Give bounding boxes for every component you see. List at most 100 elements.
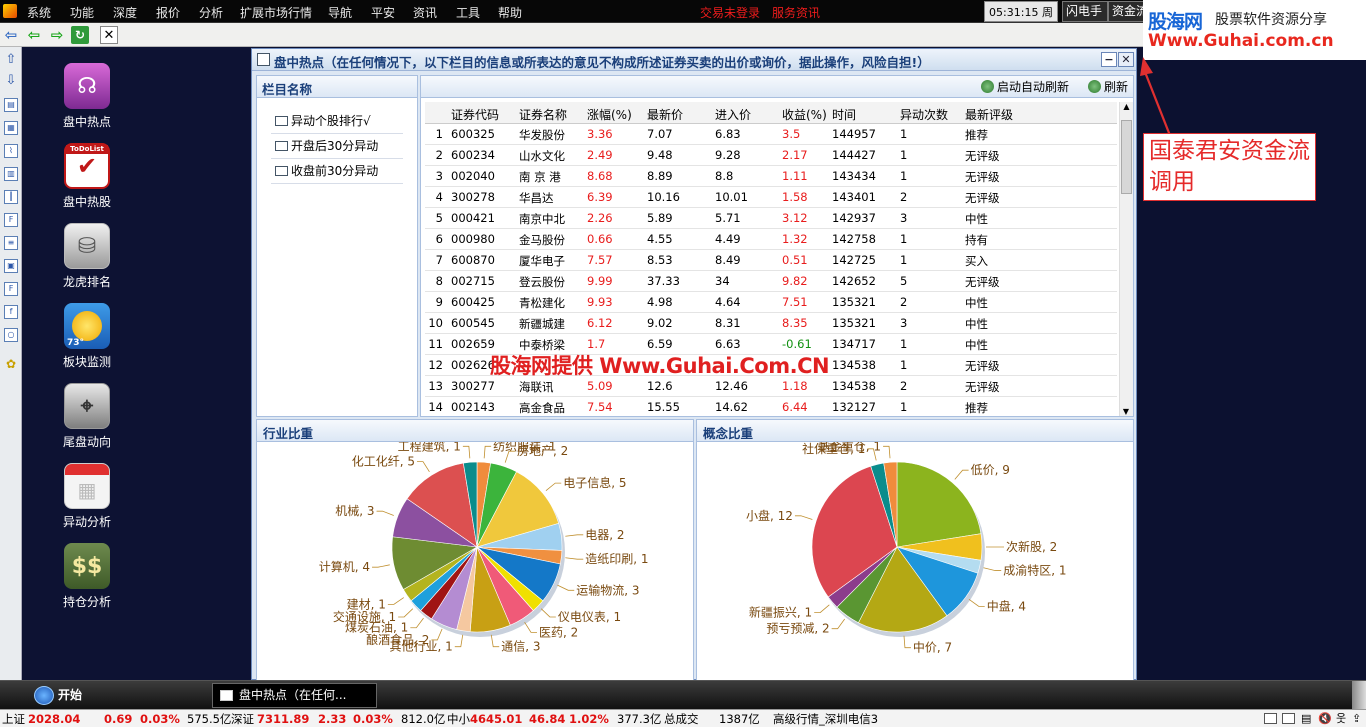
col-change[interactable]: 涨幅(%) [587,106,632,123]
table-row[interactable]: 4 300278 华昌达 6.39 10.16 10.01 1.58 143401 2 无评级 [425,187,1117,208]
table-row[interactable]: 14 002143 高金食品 7.54 15.55 14.62 6.44 132127 1 推荐 [425,397,1117,416]
tile-intraday-hot-stocks[interactable]: ToDoList ✔ 盘中热股 [41,143,133,210]
col-rating[interactable]: 最新评级 [965,106,1013,123]
taskbar-window-item[interactable]: 盘中热点（在任何... [212,683,377,708]
cell-code: 000980 [451,232,495,246]
category-item[interactable]: 收盘前30分异动 [271,160,403,184]
close-window-button[interactable]: ✕ [1118,52,1134,67]
circle-icon[interactable]: ○ [4,328,18,342]
menu-news[interactable]: 资讯 [413,4,437,21]
report-icon[interactable]: ▤ [4,98,18,112]
col-count[interactable]: 异动次数 [900,106,948,123]
cell-code: 002040 [451,169,495,183]
candlestick-icon[interactable]: ┃ [4,190,18,204]
pie-slice[interactable] [896,461,982,548]
table-row[interactable]: 6 000980 金马股份 0.66 4.55 4.49 1.32 142758 1 持有 [425,229,1117,250]
service-info-link[interactable]: 服务资讯 [772,4,820,21]
line-chart-icon[interactable]: ⌇ [4,144,18,158]
menu-quote[interactable]: 报价 [156,4,180,21]
formula-icon[interactable]: f [4,305,18,319]
bar-chart-icon[interactable]: ▥ [4,167,18,181]
tile-dragon-tiger-rank[interactable]: ⛁ 龙虎排名 [41,223,133,290]
table-row[interactable]: 7 600870 厦华电子 7.57 8.53 8.49 0.51 142725 1 买入 [425,250,1117,271]
tile-late-session-trend[interactable]: ⌖ 尾盘动向 [41,383,133,450]
sz-index: 7311.89 [257,712,310,726]
news-icon[interactable]: ≡ [4,236,18,250]
arrow-left-icon[interactable]: ⇦ [25,26,43,44]
trade-login-status[interactable]: 交易未登录 [700,4,760,21]
table-row[interactable]: 9 600425 青松建化 9.93 4.98 4.64 7.51 135321 2 中性 [425,292,1117,313]
menu-help[interactable]: 帮助 [498,4,522,21]
app-logo-icon[interactable] [3,4,17,18]
col-code[interactable]: 证券代码 [451,106,499,123]
tile-anomaly-analysis[interactable]: ▦ 异动分析 [41,463,133,530]
scroll-thumb[interactable] [1121,120,1132,194]
cell-entry: 8.31 [715,316,741,330]
tray-icon[interactable]: ⇪ [1352,711,1361,727]
menu-extended-market[interactable]: 扩展市场行情 [240,4,312,21]
col-return[interactable]: 收益(%) [782,106,827,123]
person-icon[interactable]: 웃 [1336,711,1346,727]
keyboard-icon[interactable] [1264,713,1277,724]
refresh-icon[interactable]: ↻ [71,26,89,44]
menu-navigation[interactable]: 导航 [328,4,352,21]
table-row[interactable]: 8 002715 登云股份 9.99 37.33 34 9.82 142652 5 无评级 [425,271,1117,292]
category-item[interactable]: 开盘后30分异动 [271,135,403,159]
speaker-icon[interactable]: 🔇 [1318,711,1332,727]
pie-label-line [831,618,846,630]
pie-label-line [883,445,891,459]
category-label: 异动个股排行√ [291,114,371,128]
settings-gear-icon[interactable]: ✿ [4,358,18,372]
col-last[interactable]: 最新价 [647,106,683,123]
up-arrow-icon[interactable]: ⇧ [4,53,18,68]
menu-function[interactable]: 功能 [70,4,94,21]
cell-code: 600325 [451,127,495,141]
auto-refresh-button[interactable]: 启动自动刷新 [981,78,1069,95]
table-row[interactable]: 2 600234 山水文化 2.49 9.48 9.28 2.17 144427 1 无评级 [425,145,1117,166]
menu-analysis[interactable]: 分析 [199,4,223,21]
map-icon: ⌖ [64,383,110,429]
tile-intraday-hotspot[interactable]: ☊ 盘中热点 [41,63,133,130]
col-time[interactable]: 时间 [832,106,856,123]
category-item[interactable]: 异动个股排行√ [271,110,403,134]
tile-position-analysis[interactable]: $$ 持仓分析 [41,543,133,610]
pie-label-line [462,445,471,459]
cell-entry: 8.8 [715,169,734,183]
col-entry[interactable]: 进入价 [715,106,751,123]
show-desktop-button[interactable] [1352,681,1366,710]
start-button[interactable]: 开始 [30,684,90,707]
capital-flow-button[interactable]: 资金流 [1108,1,1144,22]
table-icon[interactable]: ▦ [4,121,18,135]
table-row[interactable]: 10 600545 新疆城建 6.12 9.02 8.31 8.35 135321 3 中性 [425,313,1117,334]
table-row[interactable]: 5 000421 南京中北 2.26 5.89 5.71 3.12 142937 3 中性 [425,208,1117,229]
back-arrow-icon[interactable]: ⇦ [2,26,20,44]
pie-label: 计算机, 4 [319,559,370,574]
minimize-button[interactable]: − [1101,52,1117,67]
col-name[interactable]: 证券名称 [519,106,567,123]
menu-pingan[interactable]: 平安 [371,4,395,21]
zx-change: 46.84 [529,712,566,726]
table-row[interactable]: 3 002040 南 京 港 8.68 8.89 8.8 1.11 143434 1 无评级 [425,166,1117,187]
server-name[interactable]: 高级行情_深圳电信3 [773,711,878,727]
cell-cnt: 1 [900,232,908,246]
mail-icon[interactable] [1282,713,1295,724]
f10-icon[interactable]: F [4,213,18,227]
refresh-button[interactable]: 刷新 [1088,78,1128,95]
scroll-down-icon[interactable]: ▼ [1120,407,1132,416]
close-icon[interactable]: ✕ [100,26,118,44]
down-arrow-icon[interactable]: ⇩ [4,74,18,89]
vertical-scrollbar[interactable]: ▲ ▼ [1119,102,1133,416]
f12-icon[interactable]: F [4,282,18,296]
menu-system[interactable]: 系统 [27,4,51,21]
tile-sector-monitor[interactable]: 73° 板块监测 [41,303,133,370]
scroll-up-icon[interactable]: ▲ [1120,102,1133,111]
arrow-right-icon[interactable]: ⇨ [48,26,66,44]
menu-tools[interactable]: 工具 [456,4,480,21]
note-icon[interactable]: ▣ [4,259,18,273]
menu-depth[interactable]: 深度 [113,4,137,21]
pie-label-line [814,604,830,613]
table-row[interactable]: 1 600325 华发股份 3.36 7.07 6.83 3.5 144957 1 推荐 [425,124,1117,145]
flash-trade-button[interactable]: 闪电手 [1062,1,1108,22]
chart-icon[interactable]: ▤ [1301,711,1311,727]
cell-rating: 无评级 [965,380,1000,394]
